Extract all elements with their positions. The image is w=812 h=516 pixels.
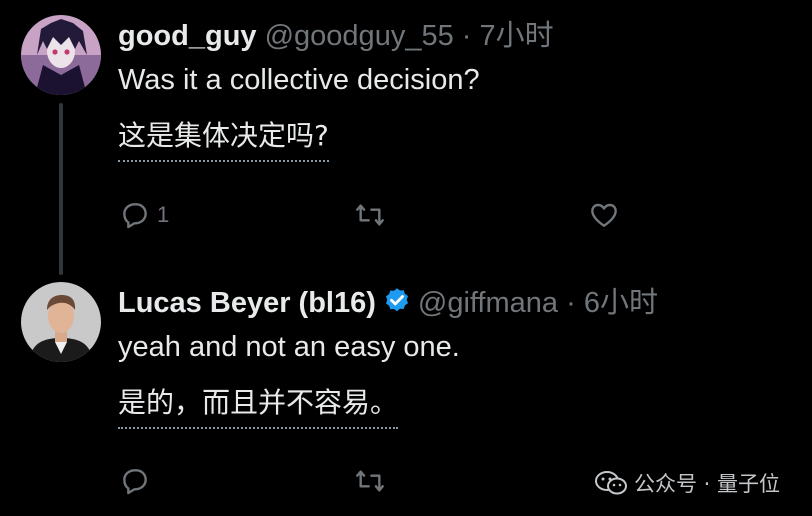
tweet-1-text: Was it a collective decision?	[118, 64, 480, 96]
reply-icon	[123, 203, 147, 229]
tweet-2-header: Lucas Beyer (bl16) @giffmana · 6小时	[118, 285, 658, 325]
avatar-image	[21, 15, 101, 95]
tweet-2-translation[interactable]: 是的，而且并不容易。	[118, 385, 399, 429]
retweet-icon	[356, 470, 384, 492]
tweet-1-translation[interactable]: 这是集体决定吗?	[118, 118, 329, 162]
retweet-button[interactable]	[353, 465, 387, 497]
retweet-icon	[356, 204, 384, 226]
author-name[interactable]: Lucas Beyer (bl16)	[118, 287, 376, 319]
avatar-good-guy[interactable]	[21, 15, 101, 95]
reply-count: 1	[157, 202, 170, 227]
watermark-text: 公众号 · 量子位	[634, 472, 781, 496]
author-name[interactable]: good_guy	[118, 20, 257, 52]
reply-button[interactable]	[119, 465, 157, 497]
like-button[interactable]	[587, 199, 621, 231]
verified-badge-icon[interactable]	[382, 286, 412, 325]
timestamp[interactable]: 7小时	[480, 20, 554, 52]
timestamp[interactable]: 6小时	[584, 287, 658, 319]
avatar-lucas-beyer[interactable]	[21, 282, 101, 362]
like-icon	[591, 203, 617, 227]
reply-button[interactable]: 1	[119, 199, 169, 231]
retweet-button[interactable]	[353, 199, 387, 231]
separator-dot: ·	[566, 287, 576, 319]
author-handle[interactable]: @giffmana	[418, 287, 558, 319]
thread-connector-line	[59, 103, 63, 275]
reply-icon	[123, 469, 147, 495]
tweet-2-text: yeah and not an easy one.	[118, 331, 460, 363]
tweet-1-header: good_guy @goodguy_55 · 7小时	[118, 18, 554, 54]
wechat-icon	[595, 471, 627, 495]
avatar-image	[21, 282, 101, 362]
separator-dot: ·	[461, 20, 472, 52]
wechat-watermark: 公众号 · 量子位	[594, 468, 780, 498]
author-handle[interactable]: @goodguy_55	[265, 20, 454, 52]
